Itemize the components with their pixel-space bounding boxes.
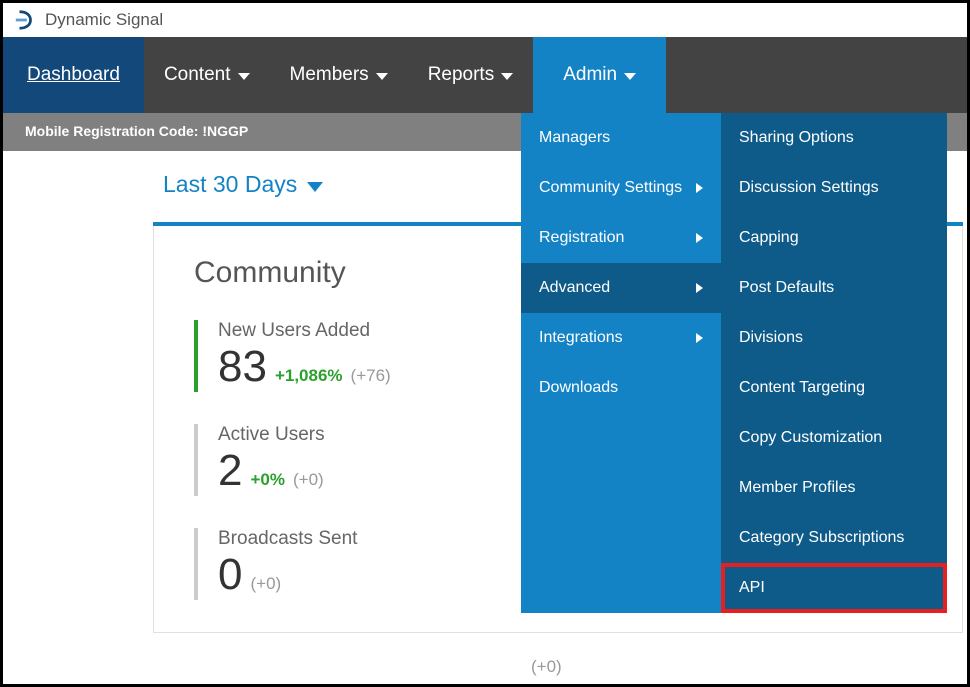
- stat-value: 0: [218, 550, 242, 600]
- nav-dashboard[interactable]: Dashboard: [3, 37, 144, 113]
- menu-label: Integrations: [539, 329, 623, 347]
- menu-label: Member Profiles: [739, 479, 855, 497]
- stat-value: 2: [218, 446, 242, 496]
- stat-delta: (+76): [351, 366, 391, 386]
- chevron-right-icon: [696, 283, 703, 293]
- menu-divisions[interactable]: Divisions: [721, 313, 947, 363]
- reg-code-text: Mobile Registration Code: !NGGP: [25, 123, 248, 139]
- nav-dashboard-label: Dashboard: [27, 64, 120, 86]
- stat-delta: (+0): [250, 574, 281, 594]
- menu-downloads[interactable]: Downloads: [521, 363, 721, 413]
- menu-label: Sharing Options: [739, 129, 854, 147]
- stat-delta: (+0): [293, 470, 324, 490]
- menu-label: Advanced: [539, 279, 610, 297]
- menu-capping[interactable]: Capping: [721, 213, 947, 263]
- stat-value: 83: [218, 342, 267, 392]
- nav-content[interactable]: Content: [144, 37, 270, 113]
- menu-content-targeting[interactable]: Content Targeting: [721, 363, 947, 413]
- stat-pct: +1,086%: [275, 366, 343, 386]
- caret-down-icon: [501, 73, 513, 80]
- menu-label: Managers: [539, 129, 610, 147]
- menu-label: Post Defaults: [739, 279, 834, 297]
- admin-dropdown-primary: Managers Community Settings Registration…: [521, 113, 721, 613]
- caret-down-icon: [238, 73, 250, 80]
- caret-down-icon: [307, 182, 323, 192]
- nav-admin[interactable]: Admin: [533, 37, 666, 113]
- menu-integrations[interactable]: Integrations: [521, 313, 721, 363]
- stat-pct: +0%: [250, 470, 285, 490]
- admin-dropdown: Managers Community Settings Registration…: [521, 113, 947, 613]
- menu-member-profiles[interactable]: Member Profiles: [721, 463, 947, 513]
- menu-post-defaults[interactable]: Post Defaults: [721, 263, 947, 313]
- menu-label: Divisions: [739, 329, 803, 347]
- brand-logo-icon: [13, 8, 37, 32]
- chevron-right-icon: [696, 183, 703, 193]
- nav-reports-label: Reports: [428, 64, 495, 86]
- top-nav: Dashboard Content Members Reports Admin: [3, 37, 967, 113]
- menu-copy-customization[interactable]: Copy Customization: [721, 413, 947, 463]
- nav-content-label: Content: [164, 64, 231, 86]
- menu-label: API: [739, 579, 765, 597]
- nav-reports[interactable]: Reports: [408, 37, 534, 113]
- caret-down-icon: [376, 73, 388, 80]
- menu-label: Registration: [539, 229, 624, 247]
- chevron-right-icon: [696, 333, 703, 343]
- admin-dropdown-secondary: Sharing Options Discussion Settings Capp…: [721, 113, 947, 613]
- nav-members-label: Members: [290, 64, 369, 86]
- menu-label: Community Settings: [539, 179, 682, 197]
- menu-label: Category Subscriptions: [739, 529, 904, 547]
- menu-managers[interactable]: Managers: [521, 113, 721, 163]
- date-filter-label: Last 30 Days: [163, 171, 297, 198]
- menu-label: Copy Customization: [739, 429, 882, 447]
- menu-label: Discussion Settings: [739, 179, 879, 197]
- menu-sharing-options[interactable]: Sharing Options: [721, 113, 947, 163]
- nav-admin-label: Admin: [563, 64, 617, 86]
- menu-label: Downloads: [539, 379, 618, 397]
- brand-name: Dynamic Signal: [45, 10, 163, 30]
- menu-discussion-settings[interactable]: Discussion Settings: [721, 163, 947, 213]
- menu-category-subscriptions[interactable]: Category Subscriptions: [721, 513, 947, 563]
- menu-api[interactable]: API: [721, 563, 947, 613]
- nav-members[interactable]: Members: [270, 37, 408, 113]
- menu-community-settings[interactable]: Community Settings: [521, 163, 721, 213]
- menu-label: Content Targeting: [739, 379, 865, 397]
- brand-bar: Dynamic Signal: [3, 3, 967, 37]
- menu-label: Capping: [739, 229, 799, 247]
- menu-registration[interactable]: Registration: [521, 213, 721, 263]
- chevron-right-icon: [696, 233, 703, 243]
- caret-down-icon: [624, 73, 636, 80]
- stat-delta-bg: (+0): [531, 657, 562, 677]
- menu-advanced[interactable]: Advanced: [521, 263, 721, 313]
